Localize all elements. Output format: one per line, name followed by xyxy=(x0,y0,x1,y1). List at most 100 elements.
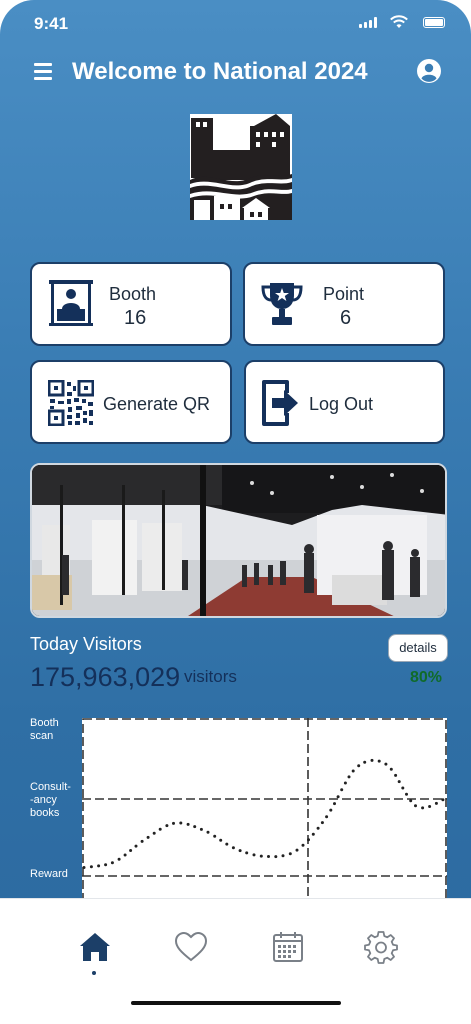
series-dot xyxy=(405,792,408,796)
series-dot xyxy=(281,854,285,858)
y-label-consultancy-books: Consult- -ancy books xyxy=(30,781,71,819)
series-line xyxy=(82,758,445,869)
series-dot xyxy=(325,815,329,819)
series-dot xyxy=(336,795,340,799)
series-dot xyxy=(213,834,217,838)
point-tile[interactable]: Point 6 xyxy=(243,262,445,346)
series-dot xyxy=(165,824,169,828)
series-dot xyxy=(320,821,324,825)
series-dot xyxy=(377,759,381,763)
series-dot xyxy=(434,801,438,805)
series-dot xyxy=(104,863,108,867)
log-out-icon xyxy=(262,380,298,426)
visitors-percent: 80% xyxy=(410,669,443,686)
qr-code-icon xyxy=(48,380,94,426)
series-dot xyxy=(409,799,413,803)
wifi-icon xyxy=(390,15,408,28)
series-dot xyxy=(97,864,101,868)
series-dot xyxy=(110,861,114,865)
series-dot xyxy=(347,775,351,779)
status-time: 9:41 xyxy=(34,14,69,33)
series-dot xyxy=(238,849,242,853)
series-dot xyxy=(340,788,344,792)
series-dot xyxy=(129,849,133,852)
series-dot xyxy=(428,805,432,808)
booth-tile[interactable]: Booth 16 xyxy=(30,262,232,346)
series-dot xyxy=(397,780,401,784)
series-dot xyxy=(363,760,367,764)
booth-icon xyxy=(49,280,93,326)
gear-icon[interactable] xyxy=(363,929,399,965)
series-dot xyxy=(245,851,249,855)
series-dot xyxy=(389,767,393,771)
series-dot xyxy=(259,854,263,858)
series-dot xyxy=(146,835,150,839)
booth-label: Booth xyxy=(109,284,157,304)
booth-value: 16 xyxy=(124,307,147,329)
generate-qr-tile[interactable]: Generate QR xyxy=(30,360,232,444)
y-label-reward: Reward xyxy=(30,868,68,880)
profile-icon[interactable] xyxy=(416,58,442,84)
series-dot xyxy=(343,781,347,785)
active-tab-indicator xyxy=(92,971,96,975)
chart-frame xyxy=(82,718,447,900)
y-label-booth-scan: Booth scan xyxy=(30,717,59,742)
series-dot xyxy=(172,821,175,825)
app-header: Welcome to National 2024 xyxy=(0,54,471,94)
series-dot xyxy=(158,827,162,831)
series-dot xyxy=(329,808,333,812)
series-dot xyxy=(394,773,398,777)
series-dot xyxy=(384,762,388,766)
visitors-count: 175,963,029 xyxy=(30,662,181,692)
series-dot xyxy=(333,802,336,806)
series-dot xyxy=(82,866,86,869)
series-dot xyxy=(179,821,183,825)
series-dot xyxy=(421,806,425,810)
series-dot xyxy=(351,769,355,773)
series-dot xyxy=(231,846,235,850)
series-dot xyxy=(134,844,138,848)
series-dot xyxy=(89,865,93,869)
app-screen: 9:41 Welcome to National 2024 Booth 16 P… xyxy=(0,0,471,1024)
menu-icon[interactable] xyxy=(34,63,52,80)
page-title: Welcome to National 2024 xyxy=(72,58,368,85)
battery-icon xyxy=(423,17,445,28)
series-dot xyxy=(311,832,315,836)
logo-icon xyxy=(190,114,292,220)
heart-icon[interactable] xyxy=(173,929,209,965)
exhibition-hall-image xyxy=(30,463,447,618)
visitors-chart xyxy=(82,718,447,900)
trophy-icon xyxy=(261,283,303,325)
home-icon[interactable] xyxy=(77,929,113,965)
series-dot xyxy=(441,798,445,802)
series-dot xyxy=(219,838,223,842)
series-dot xyxy=(401,786,405,790)
status-bar: 9:41 xyxy=(0,0,471,48)
series-dot xyxy=(288,852,292,856)
point-value: 6 xyxy=(340,307,352,329)
series-dot xyxy=(370,758,374,762)
series-dot xyxy=(357,764,361,768)
series-dot xyxy=(152,831,156,835)
series-dot xyxy=(206,830,210,834)
series-dot xyxy=(267,855,270,858)
series-dot xyxy=(307,838,310,842)
series-dot xyxy=(117,857,121,861)
calendar-icon[interactable] xyxy=(270,929,306,965)
series-dot xyxy=(199,827,203,831)
today-visitors-title: Today Visitors xyxy=(30,634,142,654)
point-label: Point xyxy=(323,284,365,304)
tab-bar xyxy=(0,898,471,1024)
log-out-tile[interactable]: Log Out xyxy=(244,360,445,444)
series-dot xyxy=(123,853,127,857)
series-dot xyxy=(225,842,229,846)
series-dot xyxy=(301,843,305,847)
series-dot xyxy=(186,822,190,826)
series-dot xyxy=(193,825,197,829)
visitors-unit: visitors xyxy=(184,667,237,686)
details-button[interactable]: details xyxy=(388,634,448,662)
series-dot xyxy=(274,855,278,859)
generate-qr-label: Generate QR xyxy=(103,394,211,414)
series-dot xyxy=(316,826,320,830)
series-dot xyxy=(414,804,417,808)
